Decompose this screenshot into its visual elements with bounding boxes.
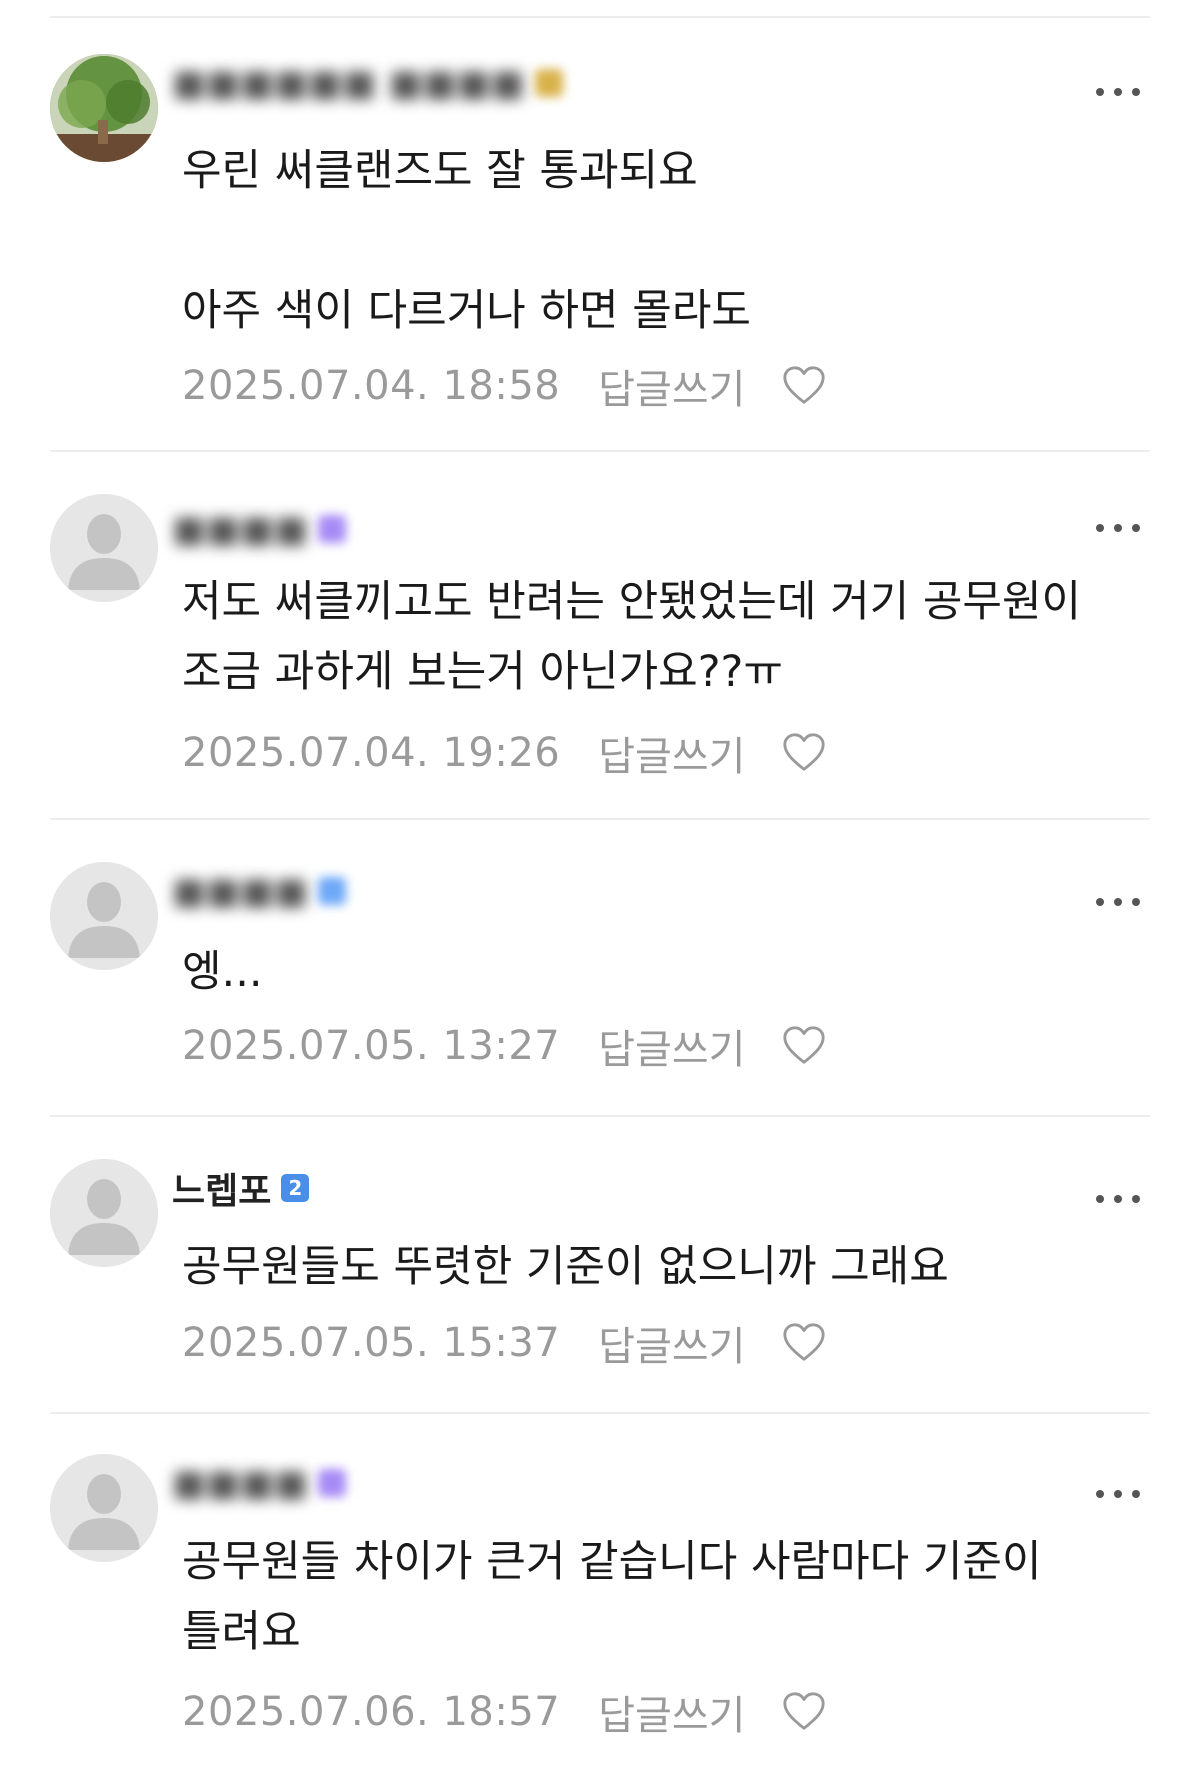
reply-button[interactable]: 답글쓰기 bbox=[598, 724, 745, 782]
avatar[interactable] bbox=[50, 862, 158, 970]
level-badge-icon bbox=[318, 1469, 347, 1497]
comment-text: 저도 써클끼고도 반려는 안됐었는데 거기 공무원이 조금 과하게 보는거 아닌… bbox=[182, 577, 1082, 697]
comment-date: 2025.07.05. 13:27 bbox=[182, 1023, 561, 1069]
comment-text: 엥... bbox=[182, 947, 263, 997]
level-badge-icon bbox=[534, 69, 563, 97]
like-heart-icon[interactable] bbox=[781, 363, 827, 409]
level-badge-icon bbox=[318, 515, 347, 543]
nickname[interactable]: 느렙포 2 bbox=[172, 1165, 310, 1212]
like-heart-icon[interactable] bbox=[781, 730, 827, 776]
nickname-text-blurred: ■■■■ bbox=[172, 508, 309, 550]
level-badge-icon: 2 bbox=[281, 1174, 310, 1202]
comment-date: 2025.07.06. 18:57 bbox=[182, 1689, 561, 1735]
comment-item: ■■■■ 엥... 2025.07.05. 13:27 답글쓰기 bbox=[50, 818, 1150, 1115]
more-options-icon[interactable] bbox=[1096, 892, 1140, 912]
avatar[interactable] bbox=[50, 494, 158, 602]
avatar[interactable] bbox=[50, 1159, 158, 1267]
like-heart-icon[interactable] bbox=[781, 1023, 827, 1069]
avatar[interactable] bbox=[50, 1454, 158, 1562]
comment-item: ■■■■■■ ■■■■ 우린 써클랜즈도 잘 통과되요 아주 색이 다르거나 하… bbox=[50, 0, 1150, 450]
like-heart-icon[interactable] bbox=[781, 1320, 827, 1366]
reply-button[interactable]: 답글쓰기 bbox=[598, 357, 745, 415]
reply-button[interactable]: 답글쓰기 bbox=[598, 1683, 745, 1741]
comment-item: 느렙포 2 공무원들도 뚜렷한 기준이 없으니까 그래요 2025.07.05.… bbox=[50, 1115, 1150, 1412]
avatar[interactable] bbox=[50, 54, 158, 162]
nickname[interactable]: ■■■■■■ ■■■■ bbox=[172, 60, 563, 106]
comment-item: ■■■■ 저도 써클끼고도 반려는 안됐었는데 거기 공무원이 조금 과하게 보… bbox=[50, 450, 1150, 818]
comment-text: 공무원들 차이가 큰거 같습니다 사람마다 기준이 틀려요 bbox=[182, 1537, 1042, 1657]
default-profile-icon bbox=[50, 1159, 158, 1267]
nickname-text-blurred: ■■■■■■ ■■■■ bbox=[172, 62, 525, 104]
comment-date: 2025.07.04. 18:58 bbox=[182, 363, 561, 409]
comment-text: 우린 써클랜즈도 잘 통과되요 아주 색이 다르거나 하면 몰라도 bbox=[182, 146, 751, 336]
comment-text: 공무원들도 뚜렷한 기준이 없으니까 그래요 bbox=[182, 1242, 949, 1292]
default-profile-icon bbox=[50, 862, 158, 970]
comment-meta: 2025.07.05. 13:27 답글쓰기 bbox=[182, 1016, 827, 1076]
more-options-icon[interactable] bbox=[1096, 1189, 1140, 1209]
nickname[interactable]: ■■■■ bbox=[172, 1460, 347, 1506]
nickname-text-blurred: ■■■■ bbox=[172, 870, 309, 912]
reply-button[interactable]: 답글쓰기 bbox=[598, 1314, 745, 1372]
comment-meta: 2025.07.06. 18:57 답글쓰기 bbox=[182, 1682, 827, 1742]
nickname[interactable]: ■■■■ bbox=[172, 868, 347, 914]
avatar-photo-icon bbox=[50, 54, 158, 162]
nickname[interactable]: ■■■■ bbox=[172, 506, 347, 552]
reply-button[interactable]: 답글쓰기 bbox=[598, 1017, 745, 1075]
comment-item: ■■■■ 공무원들 차이가 큰거 같습니다 사람마다 기준이 틀려요 2025.… bbox=[50, 1412, 1150, 1777]
level-badge-icon bbox=[318, 877, 347, 905]
more-options-icon[interactable] bbox=[1096, 1484, 1140, 1504]
comment-date: 2025.07.04. 19:26 bbox=[182, 730, 561, 776]
comment-date: 2025.07.05. 15:37 bbox=[182, 1320, 561, 1366]
more-options-icon[interactable] bbox=[1096, 518, 1140, 538]
comment-meta: 2025.07.04. 19:26 답글쓰기 bbox=[182, 723, 827, 783]
default-profile-icon bbox=[50, 1454, 158, 1562]
nickname-text: 느렙포 bbox=[172, 1171, 272, 1212]
comment-meta: 2025.07.05. 15:37 답글쓰기 bbox=[182, 1313, 827, 1373]
comment-meta: 2025.07.04. 18:58 답글쓰기 bbox=[182, 356, 827, 416]
nickname-text-blurred: ■■■■ bbox=[172, 1462, 309, 1504]
more-options-icon[interactable] bbox=[1096, 82, 1140, 102]
default-profile-icon bbox=[50, 494, 158, 602]
like-heart-icon[interactable] bbox=[781, 1689, 827, 1735]
